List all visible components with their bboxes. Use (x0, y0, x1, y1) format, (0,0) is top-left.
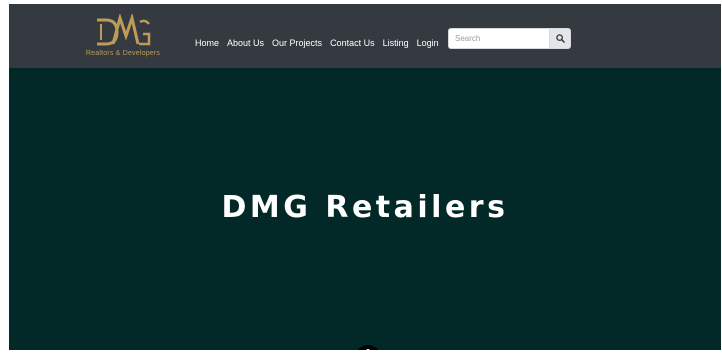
nav-link-listing[interactable]: Listing (383, 38, 409, 48)
hero-title: DMG Retailers (221, 190, 509, 225)
page-frame: Realtors & Developers Home About Us Our … (9, 4, 721, 350)
search-input[interactable] (448, 28, 549, 49)
nav-item-listing: Listing (383, 33, 409, 51)
nav-item-login: Login (417, 33, 439, 51)
brand-logo[interactable]: Realtors & Developers (83, 11, 163, 61)
nav-item-contact: Contact Us (330, 33, 375, 51)
nav-item-about: About Us (227, 33, 264, 51)
search-form (448, 28, 571, 49)
brand-tagline: Realtors & Developers (85, 50, 161, 57)
scroll-down-button[interactable] (355, 345, 381, 350)
navbar: Realtors & Developers Home About Us Our … (9, 4, 721, 68)
nav-item-projects: Our Projects (272, 33, 322, 51)
nav-item-home: Home (195, 33, 219, 51)
scroll-down-icon (366, 349, 370, 350)
dmg-logo-icon (97, 14, 151, 46)
nav-link-home[interactable]: Home (195, 38, 219, 48)
nav-link-about-us[interactable]: About Us (227, 38, 264, 48)
search-button[interactable] (549, 28, 571, 49)
nav-link-contact-us[interactable]: Contact Us (330, 38, 375, 48)
nav-link-login[interactable]: Login (417, 38, 439, 48)
main-nav: Home About Us Our Projects Contact Us Li… (195, 33, 439, 51)
search-icon (555, 34, 565, 43)
nav-link-our-projects[interactable]: Our Projects (272, 38, 322, 48)
